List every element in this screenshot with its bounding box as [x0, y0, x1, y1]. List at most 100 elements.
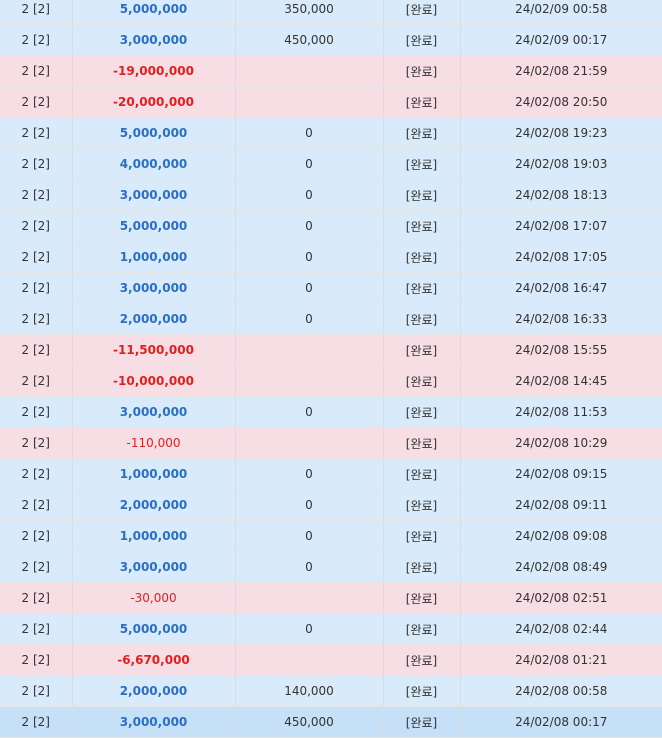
amount-cell: 3,000,000 — [72, 24, 236, 56]
status-cell: [완료] — [383, 210, 461, 242]
bonus-cell: 0 — [235, 303, 384, 335]
amount-cell: -30,000 — [72, 582, 236, 614]
bonus-cell: 0 — [235, 458, 384, 490]
user-id-cell: 2 [2] — [0, 210, 73, 242]
user-id-cell: 2 [2] — [0, 272, 73, 304]
table-row[interactable]: 2 [2] -20,000,000 [완료] 24/02/08 20:50 — [0, 86, 662, 118]
bonus-cell — [235, 55, 384, 87]
datetime-cell: 24/02/08 14:45 — [460, 365, 662, 397]
table-row[interactable]: 2 [2] -110,000 [완료] 24/02/08 10:29 — [0, 427, 662, 459]
bonus-cell — [235, 582, 384, 614]
table-row[interactable]: 2 [2] -19,000,000 [완료] 24/02/08 21:59 — [0, 55, 662, 87]
transaction-table: 2 [2] 5,000,000 350,000 [완료] 24/02/09 00:58 2… — [0, 0, 662, 738]
datetime-cell: 24/02/08 02:44 — [460, 613, 662, 645]
bonus-cell: 450,000 — [235, 706, 384, 738]
status-cell: [완료] — [383, 675, 461, 707]
amount-cell: 5,000,000 — [72, 210, 236, 242]
table-row[interactable]: 2 [2] 3,000,000 450,000 [완료] 24/02/09 00:17 — [0, 24, 662, 56]
bonus-cell: 0 — [235, 272, 384, 304]
table-row[interactable]: 2 [2] 5,000,000 0 [완료] 24/02/08 19:23 — [0, 117, 662, 149]
amount-cell: 5,000,000 — [72, 613, 236, 645]
table-row[interactable]: 2 [2] 5,000,000 0 [완료] 24/02/08 17:07 — [0, 210, 662, 242]
table-row[interactable]: 2 [2] 3,000,000 0 [완료] 24/02/08 08:49 — [0, 551, 662, 583]
status-cell: [완료] — [383, 272, 461, 304]
user-id-cell: 2 [2] — [0, 241, 73, 273]
status-cell: [완료] — [383, 303, 461, 335]
datetime-cell: 24/02/08 01:21 — [460, 644, 662, 676]
amount-cell: 3,000,000 — [72, 179, 236, 211]
table-row[interactable]: 2 [2] -6,670,000 [완료] 24/02/08 01:21 — [0, 644, 662, 676]
bonus-cell — [235, 644, 384, 676]
datetime-cell: 24/02/08 17:05 — [460, 241, 662, 273]
table-row[interactable]: 2 [2] 2,000,000 140,000 [완료] 24/02/08 00:58 — [0, 675, 662, 707]
user-id-cell: 2 [2] — [0, 582, 73, 614]
datetime-cell: 24/02/08 16:47 — [460, 272, 662, 304]
bonus-cell: 0 — [235, 148, 384, 180]
status-cell: [완료] — [383, 458, 461, 490]
amount-cell: 5,000,000 — [72, 0, 236, 25]
status-cell: [완료] — [383, 55, 461, 87]
amount-cell: -20,000,000 — [72, 86, 236, 118]
user-id-cell: 2 [2] — [0, 489, 73, 521]
user-id-cell: 2 [2] — [0, 551, 73, 583]
datetime-cell: 24/02/08 10:29 — [460, 427, 662, 459]
status-cell: [완료] — [383, 520, 461, 552]
datetime-cell: 24/02/08 09:15 — [460, 458, 662, 490]
datetime-cell: 24/02/08 20:50 — [460, 86, 662, 118]
status-cell: [완료] — [383, 117, 461, 149]
status-cell: [완료] — [383, 148, 461, 180]
amount-cell: -110,000 — [72, 427, 236, 459]
table-row[interactable]: 2 [2] 3,000,000 0 [완료] 24/02/08 11:53 — [0, 396, 662, 428]
bonus-cell: 0 — [235, 489, 384, 521]
datetime-cell: 24/02/08 09:08 — [460, 520, 662, 552]
amount-cell: 2,000,000 — [72, 489, 236, 521]
datetime-cell: 24/02/08 00:58 — [460, 675, 662, 707]
status-cell: [완료] — [383, 613, 461, 645]
bonus-cell: 0 — [235, 613, 384, 645]
bonus-cell: 350,000 — [235, 0, 384, 25]
table-row[interactable]: 2 [2] -30,000 [완료] 24/02/08 02:51 — [0, 582, 662, 614]
table-row[interactable]: 2 [2] 3,000,000 0 [완료] 24/02/08 18:13 — [0, 179, 662, 211]
table-row[interactable]: 2 [2] -10,000,000 [완료] 24/02/08 14:45 — [0, 365, 662, 397]
bonus-cell: 0 — [235, 179, 384, 211]
table-row[interactable]: 2 [2] 1,000,000 0 [완료] 24/02/08 09:08 — [0, 520, 662, 552]
table-row[interactable]: 2 [2] 4,000,000 0 [완료] 24/02/08 19:03 — [0, 148, 662, 180]
table-row[interactable]: 2 [2] 2,000,000 0 [완료] 24/02/08 16:33 — [0, 303, 662, 335]
status-cell: [완료] — [383, 86, 461, 118]
amount-cell: -10,000,000 — [72, 365, 236, 397]
table-row[interactable]: 2 [2] 1,000,000 0 [완료] 24/02/08 17:05 — [0, 241, 662, 273]
table-row[interactable]: 2 [2] 5,000,000 0 [완료] 24/02/08 02:44 — [0, 613, 662, 645]
datetime-cell: 24/02/09 00:17 — [460, 24, 662, 56]
datetime-cell: 24/02/08 17:07 — [460, 210, 662, 242]
user-id-cell: 2 [2] — [0, 458, 73, 490]
datetime-cell: 24/02/08 19:03 — [460, 148, 662, 180]
amount-cell: 1,000,000 — [72, 241, 236, 273]
status-cell: [완료] — [383, 241, 461, 273]
table-row[interactable]: 2 [2] 5,000,000 350,000 [완료] 24/02/09 00:58 — [0, 0, 662, 25]
bonus-cell: 0 — [235, 551, 384, 583]
table-row[interactable]: 2 [2] -11,500,000 [완료] 24/02/08 15:55 — [0, 334, 662, 366]
table-row[interactable]: 2 [2] 3,000,000 0 [완료] 24/02/08 16:47 — [0, 272, 662, 304]
table-row[interactable]: 2 [2] 2,000,000 0 [완료] 24/02/08 09:11 — [0, 489, 662, 521]
bonus-cell: 0 — [235, 117, 384, 149]
bonus-cell — [235, 427, 384, 459]
bonus-cell: 140,000 — [235, 675, 384, 707]
datetime-cell: 24/02/08 00:17 — [460, 706, 662, 738]
bonus-cell: 0 — [235, 520, 384, 552]
status-cell: [완료] — [383, 0, 461, 25]
status-cell: [완료] — [383, 551, 461, 583]
status-cell: [완료] — [383, 489, 461, 521]
user-id-cell: 2 [2] — [0, 117, 73, 149]
bonus-cell — [235, 365, 384, 397]
datetime-cell: 24/02/08 15:55 — [460, 334, 662, 366]
table-row[interactable]: 2 [2] 3,000,000 450,000 [완료] 24/02/08 00:17 — [0, 706, 662, 738]
amount-cell: 2,000,000 — [72, 303, 236, 335]
user-id-cell: 2 [2] — [0, 0, 73, 25]
bonus-cell: 0 — [235, 241, 384, 273]
amount-cell: 3,000,000 — [72, 551, 236, 583]
table-row[interactable]: 2 [2] 1,000,000 0 [완료] 24/02/08 09:15 — [0, 458, 662, 490]
bonus-cell — [235, 334, 384, 366]
amount-cell: 1,000,000 — [72, 520, 236, 552]
amount-cell: 3,000,000 — [72, 272, 236, 304]
datetime-cell: 24/02/08 21:59 — [460, 55, 662, 87]
